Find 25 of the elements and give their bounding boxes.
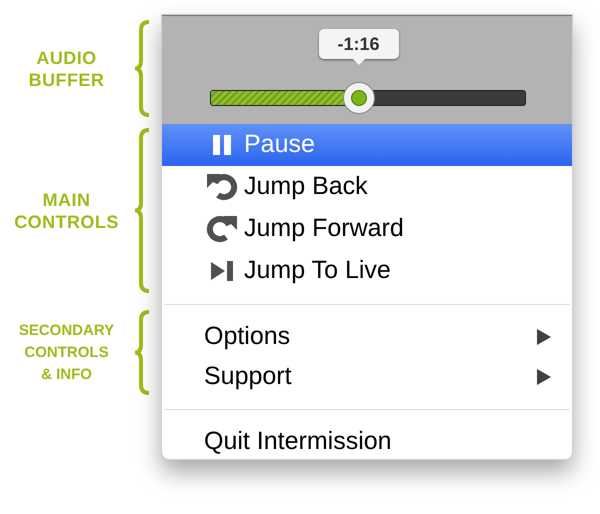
menu-item[interactable]: Quit Intermission xyxy=(162,422,572,459)
annotation-label: AUDIO xyxy=(36,46,97,68)
annotation-label: SECONDARY xyxy=(18,320,114,340)
brace-icon xyxy=(133,310,151,395)
slider-thumb[interactable] xyxy=(342,82,375,114)
menu-item[interactable]: Jump Forward xyxy=(162,208,572,250)
annotation-label: MAIN xyxy=(42,188,90,210)
annotation-label: CONTROLS xyxy=(24,342,109,362)
menu-item[interactable]: Options xyxy=(162,317,572,357)
brace-icon xyxy=(133,128,151,293)
menu-item[interactable]: Jump To Live xyxy=(162,250,572,292)
pause-icon xyxy=(212,134,232,156)
submenu-arrow-icon xyxy=(536,368,552,386)
annotation-label: CONTROLS xyxy=(14,210,119,232)
rotate-left-icon xyxy=(206,171,238,203)
menu-item[interactable]: Support xyxy=(162,357,572,397)
annotation-label: & INFO xyxy=(41,364,92,384)
menu-item[interactable]: Pause xyxy=(162,124,572,166)
brace-icon xyxy=(133,20,151,117)
menu-item[interactable]: Jump Back xyxy=(162,166,572,208)
annotation-label: BUFFER xyxy=(28,68,104,90)
submenu-arrow-icon xyxy=(536,328,552,346)
slider-track[interactable] xyxy=(210,90,526,106)
skip-forward-icon xyxy=(209,260,235,282)
rotate-right-icon xyxy=(206,213,238,245)
